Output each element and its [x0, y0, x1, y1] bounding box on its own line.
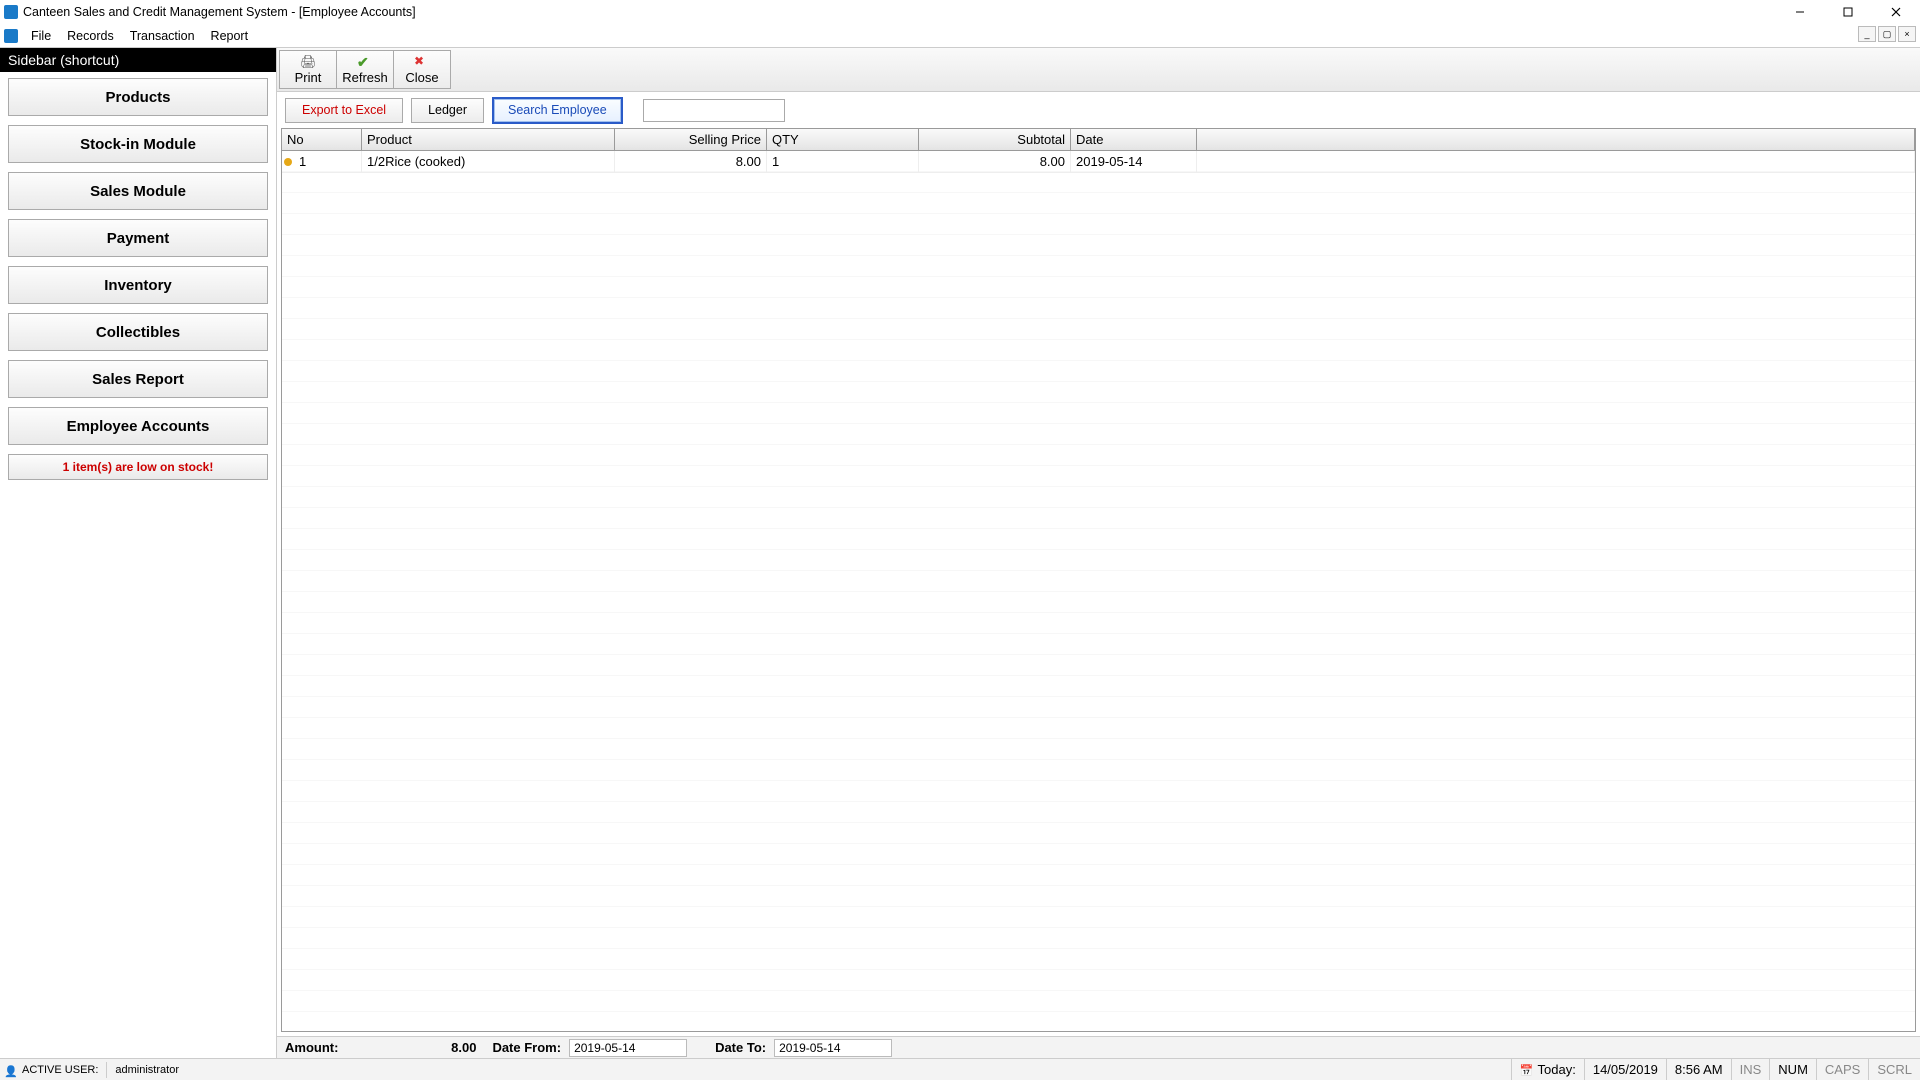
check-icon: [357, 55, 373, 69]
search-employee-button[interactable]: Search Employee: [492, 97, 623, 124]
cell-subtotal: 8.00: [919, 151, 1071, 172]
app-icon: [4, 5, 18, 19]
cell-date: 2019-05-14: [1071, 151, 1197, 172]
mdi-minimize-button[interactable]: _: [1858, 26, 1876, 42]
sidebar-item-inventory[interactable]: Inventory: [8, 266, 268, 304]
date-to-label: Date To:: [707, 1040, 774, 1055]
window-title: Canteen Sales and Credit Management Syst…: [23, 5, 416, 19]
active-user-label: ACTIVE USER:: [22, 1064, 98, 1076]
menu-records[interactable]: Records: [59, 27, 122, 45]
sidebar-item-sales[interactable]: Sales Module: [8, 172, 268, 210]
date-from-field[interactable]: 2019-05-14: [569, 1039, 687, 1057]
cell-product: 1/2Rice (cooked): [362, 151, 615, 172]
sidebar-item-payment[interactable]: Payment: [8, 219, 268, 257]
menu-icon: [4, 29, 18, 43]
refresh-label: Refresh: [342, 70, 388, 85]
today-label: Today:: [1538, 1062, 1576, 1077]
active-user-value: administrator: [115, 1064, 179, 1076]
summary-bar: Amount: 8.00 Date From: 2019-05-14 Date …: [277, 1036, 1920, 1058]
sidebar-header: Sidebar (shortcut): [0, 48, 276, 72]
col-date[interactable]: Date: [1071, 129, 1197, 150]
menu-file[interactable]: File: [23, 27, 59, 45]
menubar: File Records Transaction Report _ ▢ ×: [0, 24, 1920, 48]
data-grid: No Product Selling Price QTY Subtotal Da…: [281, 128, 1916, 1032]
status-scrl: SCRL: [1868, 1059, 1920, 1080]
cell-qty: 1: [767, 151, 919, 172]
calendar-icon: [1520, 1062, 1538, 1077]
col-qty[interactable]: QTY: [767, 129, 919, 150]
status-caps: CAPS: [1816, 1059, 1868, 1080]
grid-header: No Product Selling Price QTY Subtotal Da…: [282, 129, 1915, 151]
sidebar-item-salesreport[interactable]: Sales Report: [8, 360, 268, 398]
sidebar: Sidebar (shortcut) Products Stock-in Mod…: [0, 48, 276, 1058]
user-icon: [4, 1063, 16, 1077]
status-num: NUM: [1769, 1059, 1816, 1080]
actionbar: Export to Excel Ledger Search Employee: [277, 92, 1920, 128]
date-to-field[interactable]: 2019-05-14: [774, 1039, 892, 1057]
sidebar-item-products[interactable]: Products: [8, 78, 268, 116]
refresh-button[interactable]: Refresh: [336, 50, 394, 89]
mdi-restore-button[interactable]: ▢: [1878, 26, 1896, 42]
row-indicator-icon: [284, 158, 292, 166]
x-icon: [414, 55, 430, 69]
low-stock-alert[interactable]: 1 item(s) are low on stock!: [8, 454, 268, 480]
sidebar-item-collectibles[interactable]: Collectibles: [8, 313, 268, 351]
print-button[interactable]: Print: [279, 50, 337, 89]
menu-transaction[interactable]: Transaction: [122, 27, 203, 45]
col-price[interactable]: Selling Price: [615, 129, 767, 150]
close-label: Close: [405, 70, 438, 85]
col-blank: [1197, 129, 1915, 150]
sidebar-item-stockin[interactable]: Stock-in Module: [8, 125, 268, 163]
grid-body[interactable]: 1 1/2Rice (cooked) 8.00 1 8.00 2019-05-1…: [282, 151, 1915, 1031]
amount-label: Amount:: [277, 1040, 346, 1055]
status-today: Today:: [1511, 1059, 1584, 1080]
amount-value: 8.00: [346, 1040, 484, 1055]
col-subtotal[interactable]: Subtotal: [919, 129, 1071, 150]
cell-blank: [1197, 151, 1915, 172]
sidebar-item-employee-accounts[interactable]: Employee Accounts: [8, 407, 268, 445]
window-titlebar: Canteen Sales and Credit Management Syst…: [0, 0, 1920, 24]
ledger-button[interactable]: Ledger: [411, 98, 484, 123]
cell-price: 8.00: [615, 151, 767, 172]
table-row[interactable]: 1 1/2Rice (cooked) 8.00 1 8.00 2019-05-1…: [282, 151, 1915, 173]
date-from-label: Date From:: [484, 1040, 569, 1055]
toolbar: Print Refresh Close: [277, 48, 1920, 92]
maximize-button[interactable]: [1824, 0, 1872, 24]
status-time: 8:56 AM: [1666, 1059, 1731, 1080]
col-no[interactable]: No: [282, 129, 362, 150]
status-date: 14/05/2019: [1584, 1059, 1666, 1080]
menu-report[interactable]: Report: [203, 27, 257, 45]
close-button[interactable]: Close: [393, 50, 451, 89]
print-label: Print: [295, 70, 322, 85]
col-product[interactable]: Product: [362, 129, 615, 150]
status-ins: INS: [1731, 1059, 1770, 1080]
search-employee-input[interactable]: [643, 99, 785, 122]
minimize-button[interactable]: [1776, 0, 1824, 24]
mdi-close-button[interactable]: ×: [1898, 26, 1916, 42]
close-window-button[interactable]: [1872, 0, 1920, 24]
printer-icon: [300, 55, 316, 69]
cell-no: 1: [282, 151, 362, 172]
statusbar: ACTIVE USER: administrator Today: 14/05/…: [0, 1058, 1920, 1080]
export-excel-button[interactable]: Export to Excel: [285, 98, 403, 123]
